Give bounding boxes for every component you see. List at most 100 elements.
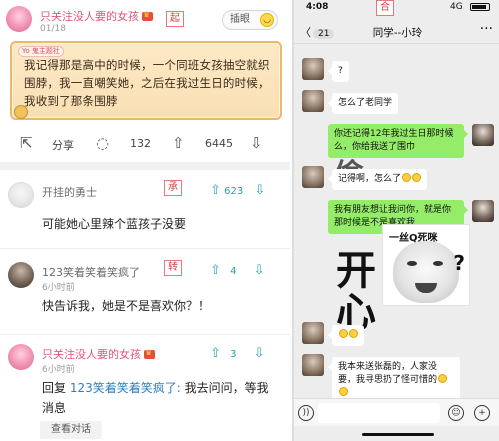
post-username[interactable]: 只关注没人要的女孩 bbox=[40, 8, 153, 24]
comment-text-cont: 消息 bbox=[42, 401, 67, 415]
share-icon[interactable]: ⇱ bbox=[20, 134, 33, 152]
message-bubble[interactable]: 我本来送张磊的，人家没要，我寻思扔了怪可惜的 bbox=[328, 357, 460, 404]
message-bubble[interactable] bbox=[328, 325, 364, 346]
post-date: 01/18 bbox=[40, 24, 66, 34]
stage-tag: 承 bbox=[164, 180, 182, 196]
reply-mention-link[interactable]: 123笑着笑着笑疯了: bbox=[70, 381, 181, 395]
smile-emoji-icon bbox=[412, 173, 422, 182]
vote-count: 3 bbox=[230, 349, 237, 360]
upvote-count: 6445 bbox=[205, 137, 233, 150]
view-conversation-button[interactable]: 查看对话 bbox=[40, 421, 102, 439]
reply-text: 我去问问，等我 bbox=[184, 381, 269, 395]
chat-input-bar: )) ☺ + bbox=[294, 398, 499, 426]
stage-tag: 转 bbox=[164, 260, 182, 276]
meme-eye bbox=[433, 261, 443, 266]
post-header: 只关注没人要的女孩 01/18 起 插眼 ◡ bbox=[0, 0, 290, 40]
upvote-icon[interactable]: ⇧ bbox=[210, 346, 221, 361]
downvote-icon[interactable]: ⇩ bbox=[254, 263, 265, 278]
home-indicator bbox=[362, 433, 434, 436]
my-avatar[interactable] bbox=[472, 124, 494, 146]
section-divider bbox=[0, 162, 290, 170]
plus-icon[interactable]: + bbox=[474, 405, 490, 421]
crown-icon bbox=[142, 10, 153, 21]
comment-text: 回复 123笑着笑着笑疯了: 我去问问，等我 bbox=[42, 378, 269, 398]
upvote-icon[interactable]: ⇧ bbox=[172, 134, 185, 152]
comment-votes: ⇧ 623 ⇩ bbox=[210, 183, 265, 198]
share-button[interactable]: 分享 bbox=[52, 137, 74, 153]
avatar[interactable] bbox=[8, 344, 34, 370]
message-bubble[interactable]: 怎么了老同学 bbox=[327, 93, 399, 114]
stage-tag: 合 bbox=[376, 0, 394, 16]
crown-icon bbox=[144, 348, 155, 359]
contact-avatar[interactable] bbox=[302, 354, 324, 376]
insert-label: 插眼 bbox=[230, 14, 250, 25]
message-bubble[interactable]: ? bbox=[328, 61, 349, 82]
chat-title: 同学--小玲 bbox=[372, 27, 423, 39]
username-text[interactable]: 只关注没人要的女孩 bbox=[40, 10, 139, 23]
bear-icon bbox=[14, 105, 28, 119]
smile-emoji-icon bbox=[339, 387, 348, 396]
meme-eye bbox=[407, 261, 417, 266]
battery-icon bbox=[470, 3, 490, 11]
message-input[interactable] bbox=[318, 403, 440, 423]
voice-icon[interactable]: )) bbox=[298, 405, 314, 421]
message-text: 我本来送张磊的，人家没要，我寻思扔了怪可惜的 bbox=[338, 362, 438, 385]
comment-username[interactable]: 123笑着笑着笑疯了 bbox=[42, 264, 140, 280]
smile-emoji-icon bbox=[402, 173, 412, 182]
comment-votes: ⇧ 4 ⇩ bbox=[210, 263, 265, 278]
downvote-icon[interactable]: ⇩ bbox=[250, 134, 263, 152]
avatar[interactable] bbox=[8, 182, 34, 208]
post-action-bar: ⇱ 分享 ◌ 132 ⇧ 6445 ⇩ bbox=[0, 128, 290, 160]
upvote-icon[interactable]: ⇧ bbox=[210, 263, 221, 278]
status-time: 4:08 bbox=[306, 2, 329, 12]
contact-avatar[interactable] bbox=[302, 58, 324, 80]
comment-username[interactable]: 开挂的勇士 bbox=[42, 184, 97, 200]
comment-text: 可能她心里辣个蓝孩子没要 bbox=[42, 217, 187, 231]
message-bubble[interactable]: 记得啊，怎么了 bbox=[327, 169, 428, 190]
comment-time: 6小时前 bbox=[42, 365, 75, 375]
more-icon[interactable]: ··· bbox=[480, 21, 493, 37]
downvote-icon[interactable]: ⇩ bbox=[254, 183, 265, 198]
contact-avatar[interactable] bbox=[302, 322, 324, 344]
username-text[interactable]: 只关注没人要的女孩 bbox=[42, 348, 141, 361]
stage-tag: 起 bbox=[166, 11, 184, 27]
comment-username[interactable]: 只关注没人要的女孩 bbox=[42, 346, 155, 362]
upvote-icon[interactable]: ⇧ bbox=[210, 183, 221, 198]
vote-count: 623 bbox=[224, 186, 244, 197]
comment-count: 132 bbox=[130, 137, 151, 150]
message-text: 记得啊，怎么了 bbox=[338, 174, 402, 184]
avatar[interactable] bbox=[6, 6, 32, 32]
meme-face-image bbox=[393, 241, 459, 303]
chat-navbar: 〈 21 同学--小玲 ··· bbox=[294, 18, 499, 44]
status-bar: 4:08 4G bbox=[294, 0, 499, 14]
signal-text: 4G bbox=[450, 2, 463, 12]
comment-text: 快告诉我，她是不是喜欢你？！ bbox=[42, 299, 211, 313]
divider bbox=[0, 248, 290, 249]
downvote-icon[interactable]: ⇩ bbox=[254, 346, 265, 361]
avatar[interactable] bbox=[8, 262, 34, 288]
contact-avatar[interactable] bbox=[302, 90, 324, 112]
chat-panel: 4:08 4G 合 〈21 同学--小玲 ··· 偷 开 心 ? 怎么了老同学 … bbox=[292, 0, 499, 441]
meme-mouth bbox=[415, 283, 437, 293]
reply-prefix: 回复 bbox=[42, 381, 67, 395]
comment-item: 123笑着笑着笑疯了 6小时前 转 ⇧ 4 ⇩ 快告诉我，她是不是喜欢你？！ bbox=[0, 252, 290, 332]
comment-votes: ⇧ 3 ⇩ bbox=[210, 346, 265, 361]
meme-question-mark: ? bbox=[453, 251, 465, 275]
comment-item: 开挂的勇士 承 ⇧ 623 ⇩ 可能她心里辣个蓝孩子没要 bbox=[0, 170, 290, 242]
smile-emoji-icon bbox=[438, 374, 448, 383]
meme-sticker[interactable]: 一丝Q死咪 ? bbox=[382, 224, 470, 306]
smile-icon: ◡ bbox=[260, 13, 274, 27]
post-content: 我记得那是高中的时候，一个同班女孩抽空就织围脖，我一直嘲笑她，之后在我过生日的时… bbox=[24, 58, 270, 108]
forum-panel: 只关注没人要的女孩 01/18 起 插眼 ◡ Yo 鬼主题社 我记得那是高中的时… bbox=[0, 0, 290, 441]
message-bubble-sent[interactable]: 你还记得12年我过生日那时候么，你给我送了围巾 bbox=[328, 124, 468, 158]
smile-emoji-icon bbox=[349, 329, 358, 338]
my-avatar[interactable] bbox=[472, 200, 494, 222]
post-content-card: Yo 鬼主题社 我记得那是高中的时候，一个同班女孩抽空就织围脖，我一直嘲笑她，之… bbox=[10, 41, 282, 120]
comment-time: 6小时前 bbox=[42, 283, 75, 293]
smile-emoji-icon bbox=[339, 329, 348, 338]
comment-icon[interactable]: ◌ bbox=[96, 134, 109, 152]
insert-button[interactable]: 插眼 ◡ bbox=[222, 10, 278, 30]
contact-avatar[interactable] bbox=[302, 166, 324, 188]
emoji-icon[interactable]: ☺ bbox=[448, 405, 464, 421]
vote-count: 4 bbox=[230, 266, 237, 277]
